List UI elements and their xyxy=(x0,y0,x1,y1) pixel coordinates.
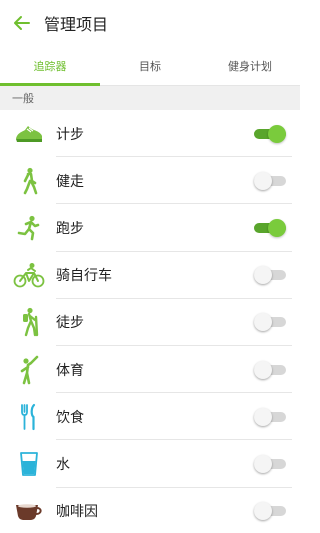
running-person-icon xyxy=(8,204,50,251)
stretching-person-icon xyxy=(8,346,50,393)
list-item-food[interactable]: 饮食 xyxy=(0,393,300,441)
toggle-switch[interactable] xyxy=(254,124,286,143)
toggle-switch[interactable] xyxy=(254,502,286,521)
list-item-steps[interactable]: 计步 xyxy=(0,110,300,158)
list-item-caffeine[interactable]: 咖啡因 xyxy=(0,488,300,533)
tab-goals[interactable]: 目标 xyxy=(100,46,200,85)
toggle-switch[interactable] xyxy=(254,407,286,426)
item-label: 骑自行车 xyxy=(56,268,112,285)
toggle-switch[interactable] xyxy=(254,360,286,379)
page-title: 管理项目 xyxy=(44,15,109,34)
list-item-water[interactable]: 水 xyxy=(0,440,300,488)
hiker-icon xyxy=(8,299,50,346)
toggle-switch[interactable] xyxy=(254,454,286,473)
toggle-switch[interactable] xyxy=(254,266,286,285)
back-arrow-icon[interactable] xyxy=(12,13,32,33)
list-item-sports[interactable]: 体育 xyxy=(0,346,300,394)
cyclist-icon xyxy=(8,252,50,299)
tab-tracker[interactable]: 追踪器 xyxy=(0,46,100,85)
list-item-hiking[interactable]: 徒步 xyxy=(0,299,300,346)
toggle-switch[interactable] xyxy=(254,171,286,190)
item-label: 跑步 xyxy=(56,220,84,237)
list-item-walking[interactable]: 健走 xyxy=(0,157,300,205)
active-tab-indicator xyxy=(0,83,100,86)
tab-bar: 追踪器 目标 健身计划 xyxy=(0,46,300,86)
shoe-icon xyxy=(8,110,50,157)
fork-knife-icon xyxy=(8,393,50,440)
item-label: 咖啡因 xyxy=(56,504,98,521)
list-item-running[interactable]: 跑步 xyxy=(0,204,300,252)
toggle-switch[interactable] xyxy=(254,313,286,332)
section-header-general: 一般 xyxy=(0,86,300,110)
tab-fitness-plan[interactable]: 健身计划 xyxy=(200,46,300,85)
tracker-list: 计步 健走 跑步 骑自行车 徒步 体育 饮食 水 咖啡因 xyxy=(0,110,300,533)
item-label: 体育 xyxy=(56,362,84,379)
item-label: 徒步 xyxy=(56,315,84,332)
list-item-cycling[interactable]: 骑自行车 xyxy=(0,252,300,299)
item-label: 饮食 xyxy=(56,409,84,426)
coffee-cup-icon xyxy=(8,488,50,533)
item-label: 健走 xyxy=(56,173,84,190)
walking-person-icon xyxy=(8,157,50,204)
top-app-bar: 管理项目 xyxy=(0,0,300,46)
item-label: 水 xyxy=(56,456,70,473)
water-glass-icon xyxy=(8,440,50,487)
item-label: 计步 xyxy=(56,126,84,143)
toggle-switch[interactable] xyxy=(254,218,286,237)
